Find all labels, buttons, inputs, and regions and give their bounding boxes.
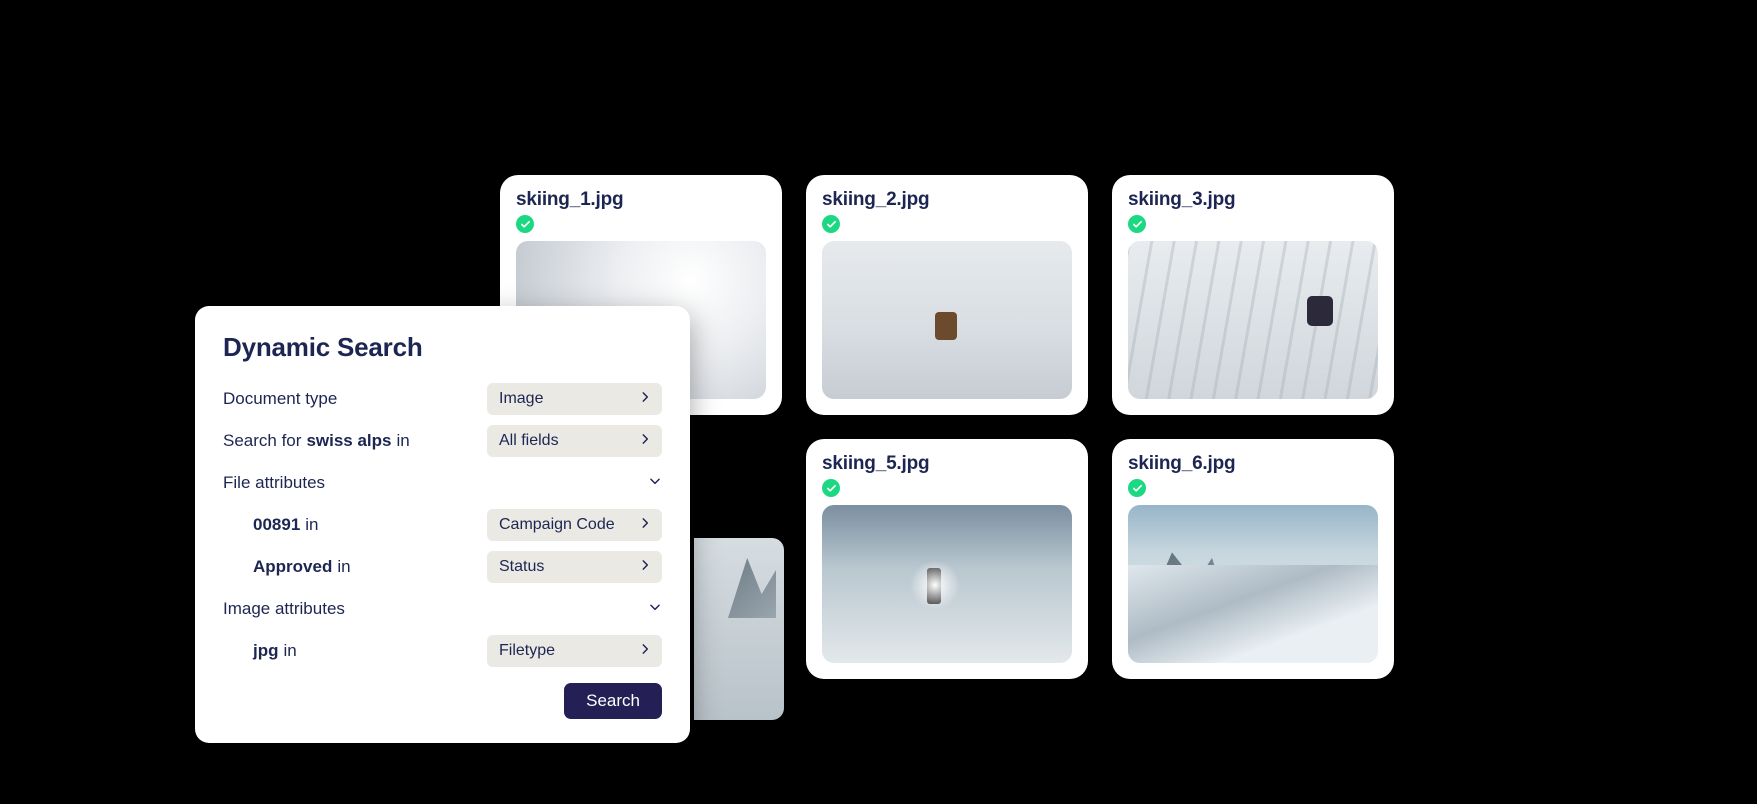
result-filename: skiing_2.jpg: [822, 189, 1072, 211]
dynamic-search-panel: Dynamic Search Document type Image Searc…: [195, 306, 690, 743]
result-thumbnail-partial: [694, 538, 784, 720]
row-campaign-code: 00891 in Campaign Code: [223, 507, 662, 543]
chevron-right-icon: [638, 390, 652, 409]
approved-check-icon: [516, 215, 534, 233]
row-status: Approved in Status: [223, 549, 662, 585]
doc-type-select[interactable]: Image: [487, 383, 662, 415]
result-filename: skiing_1.jpg: [516, 189, 766, 211]
row-image-attributes-header[interactable]: Image attributes: [223, 591, 662, 627]
attr2-suffix: in: [337, 557, 350, 577]
attr1-suffix: in: [305, 515, 318, 535]
chevron-right-icon: [638, 642, 652, 661]
doc-type-label: Document type: [223, 389, 337, 409]
chevron-down-icon: [648, 473, 662, 493]
approved-check-icon: [822, 479, 840, 497]
attr2-field: Status: [499, 558, 544, 576]
row-filetype: jpg in Filetype: [223, 633, 662, 669]
result-card[interactable]: skiing_5.jpg: [806, 439, 1088, 679]
attr3-value: jpg: [253, 641, 279, 661]
file-attributes-label: File attributes: [223, 473, 325, 493]
result-thumbnail: [822, 241, 1072, 399]
row-file-attributes-header[interactable]: File attributes: [223, 465, 662, 501]
image-attributes-label: Image attributes: [223, 599, 345, 619]
panel-title: Dynamic Search: [223, 332, 662, 363]
attr3-field: Filetype: [499, 642, 555, 660]
search-for-suffix: in: [397, 431, 410, 451]
result-thumbnail: [1128, 505, 1378, 663]
result-filename: skiing_5.jpg: [822, 453, 1072, 475]
result-thumbnail: [1128, 241, 1378, 399]
campaign-code-select[interactable]: Campaign Code: [487, 509, 662, 541]
result-thumbnail: [822, 505, 1072, 663]
attr2-value: Approved: [253, 557, 332, 577]
status-select[interactable]: Status: [487, 551, 662, 583]
attr1-value: 00891: [253, 515, 300, 535]
chevron-right-icon: [638, 432, 652, 451]
search-scope-value: All fields: [499, 432, 559, 450]
approved-check-icon: [1128, 215, 1146, 233]
result-filename: skiing_6.jpg: [1128, 453, 1378, 475]
filetype-select[interactable]: Filetype: [487, 635, 662, 667]
row-document-type: Document type Image: [223, 381, 662, 417]
result-filename: skiing_3.jpg: [1128, 189, 1378, 211]
row-search-term: Search for swiss alps in All fields: [223, 423, 662, 459]
chevron-right-icon: [638, 558, 652, 577]
image-attributes-toggle[interactable]: [632, 599, 662, 619]
attr1-field: Campaign Code: [499, 516, 615, 534]
chevron-down-icon: [648, 599, 662, 619]
search-scope-select[interactable]: All fields: [487, 425, 662, 457]
file-attributes-toggle[interactable]: [632, 473, 662, 493]
result-card[interactable]: skiing_2.jpg: [806, 175, 1088, 415]
search-term: swiss alps: [306, 431, 391, 451]
chevron-right-icon: [638, 516, 652, 535]
approved-check-icon: [822, 215, 840, 233]
search-button[interactable]: Search: [564, 683, 662, 719]
search-for-prefix: Search for: [223, 431, 301, 451]
result-card[interactable]: skiing_3.jpg: [1112, 175, 1394, 415]
approved-check-icon: [1128, 479, 1146, 497]
doc-type-value: Image: [499, 390, 543, 408]
result-card[interactable]: skiing_6.jpg: [1112, 439, 1394, 679]
attr3-suffix: in: [284, 641, 297, 661]
